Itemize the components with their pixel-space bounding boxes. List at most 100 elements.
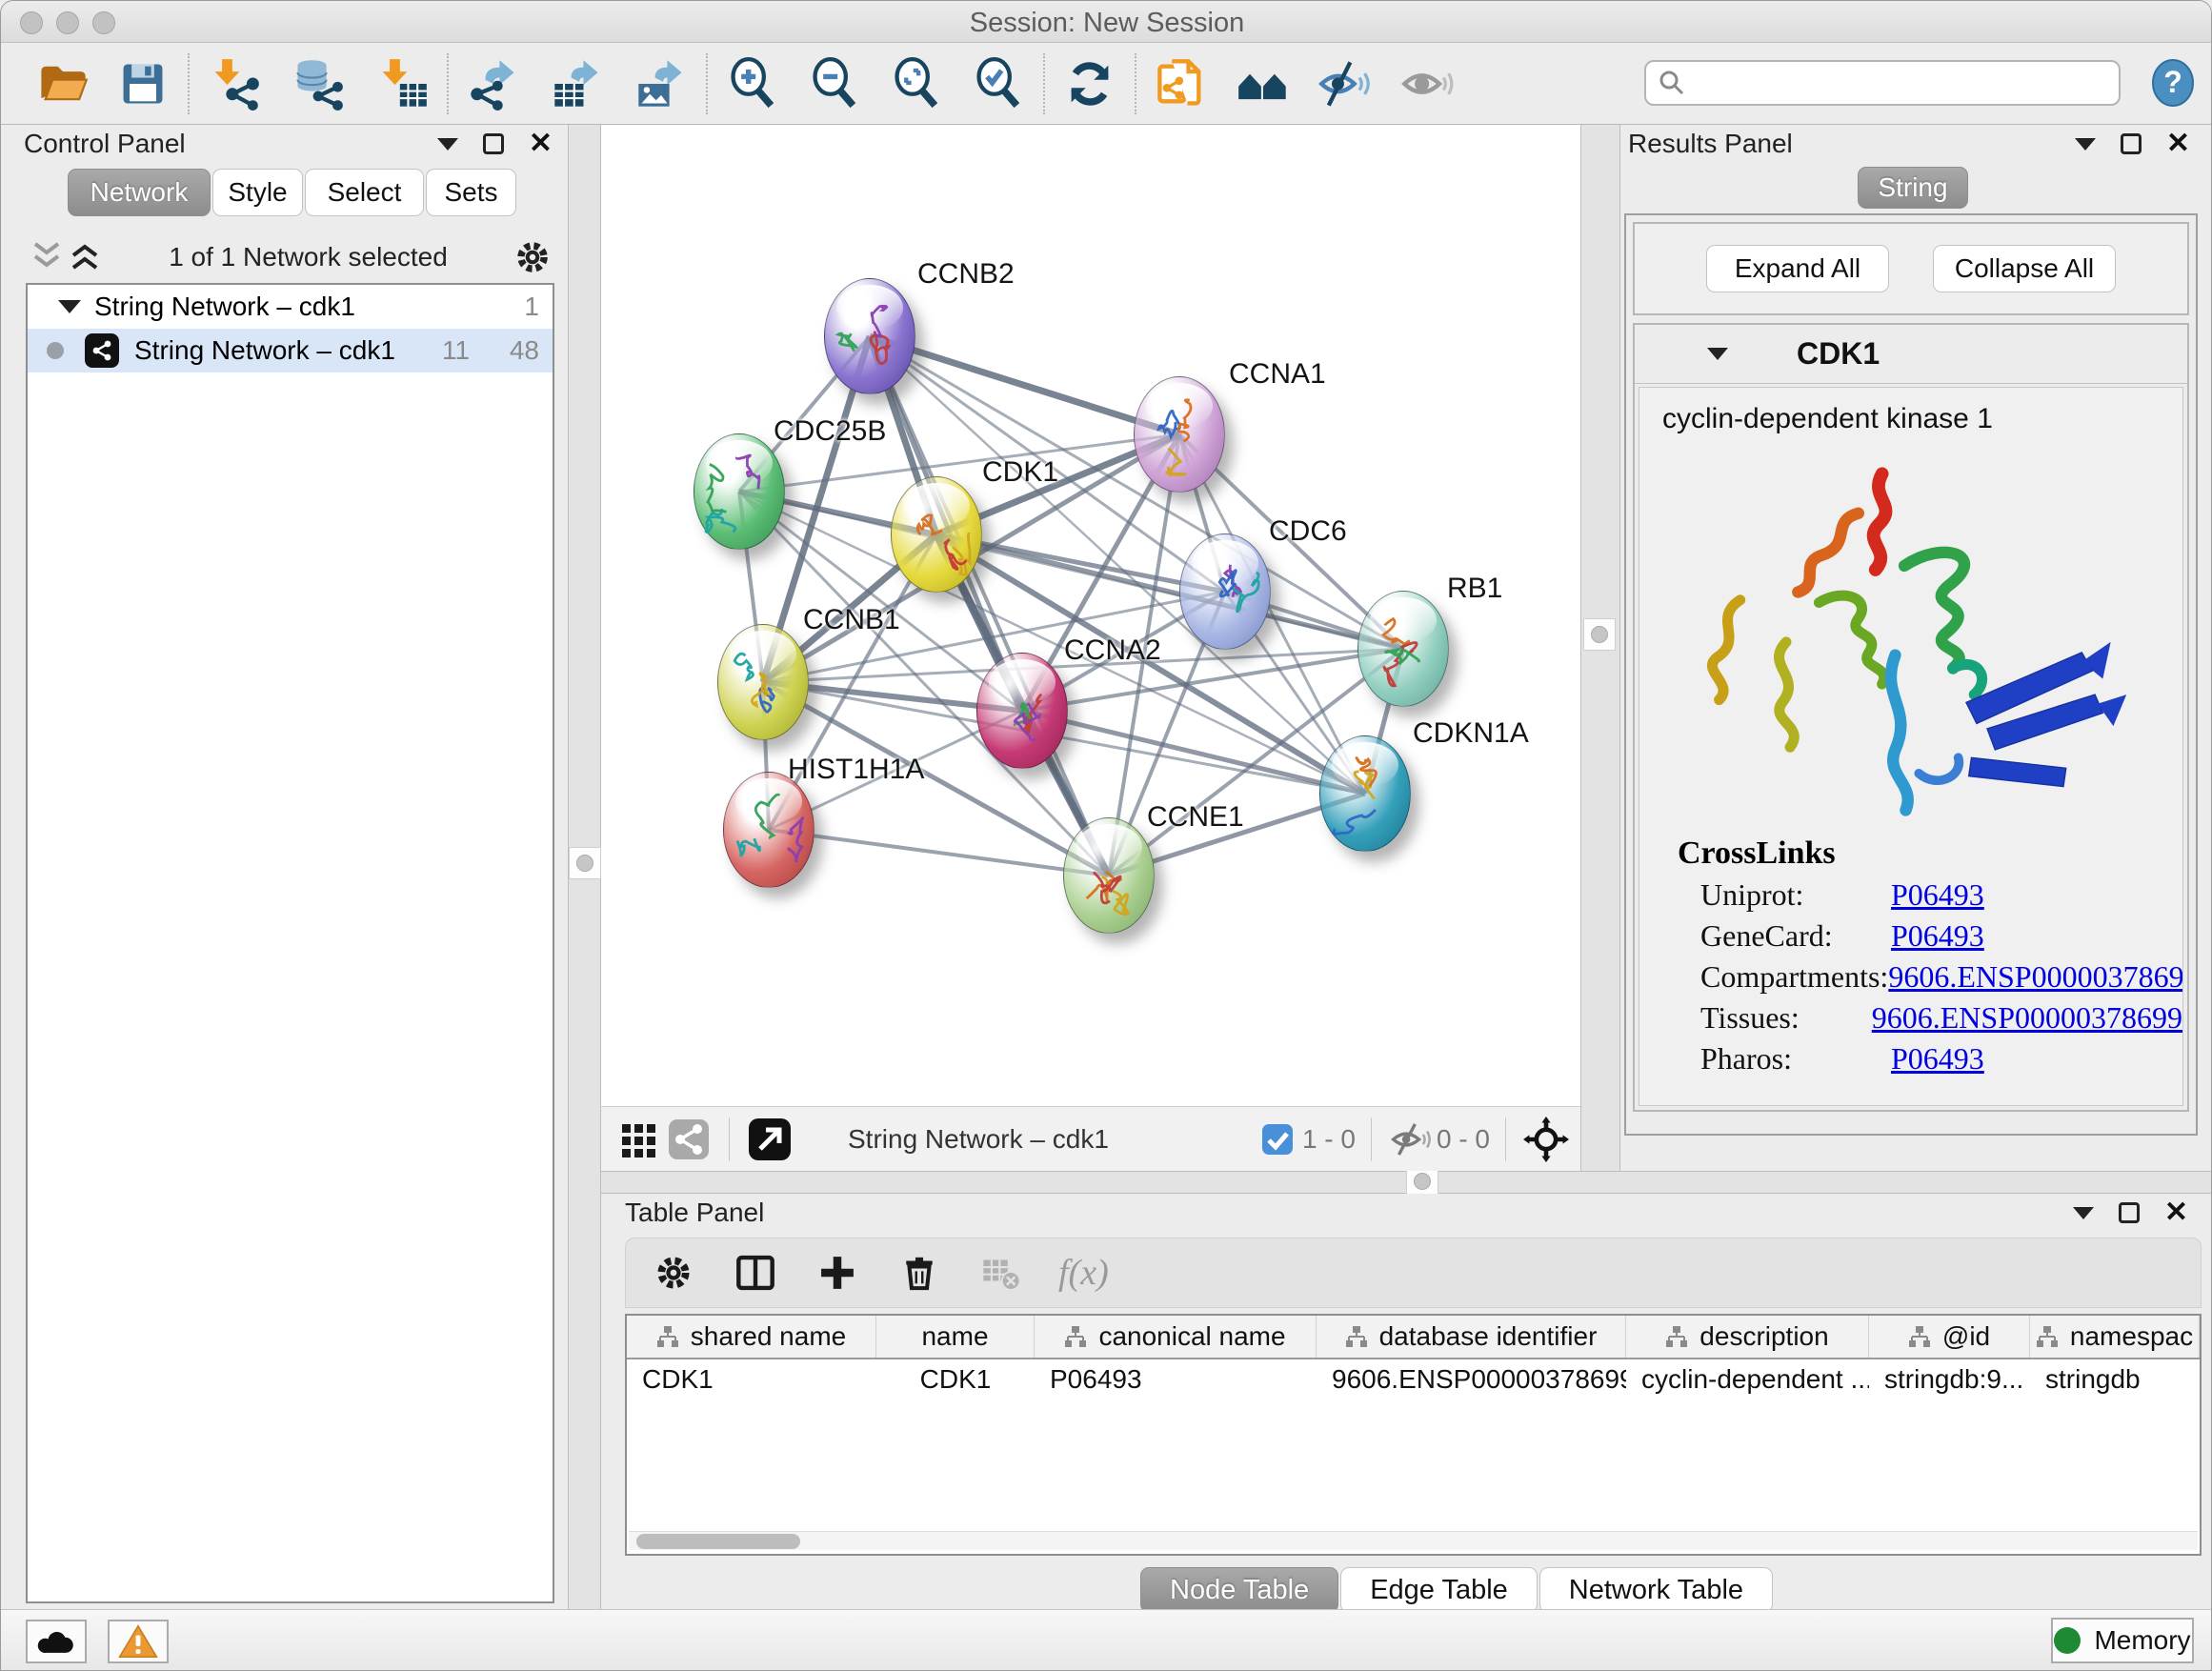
birdseye-crosshair-icon[interactable]: [1521, 1115, 1571, 1164]
help-button[interactable]: ?: [2148, 58, 2198, 108]
panel-close-icon[interactable]: ✕: [529, 133, 553, 154]
tree-expander-icon[interactable]: [58, 300, 81, 313]
add-column-button[interactable]: [813, 1248, 862, 1298]
network-share-icon[interactable]: [664, 1115, 714, 1164]
tab-string[interactable]: String: [1858, 167, 1968, 209]
column-header-canonical-name[interactable]: canonical name: [1035, 1316, 1317, 1358]
expand-all-chevron-icon[interactable]: [66, 241, 104, 273]
network-node-ccnb2[interactable]: [824, 278, 915, 394]
network-node-cdk1[interactable]: [891, 476, 982, 593]
table-cell[interactable]: 9606.ENSP00000378699: [1317, 1364, 1626, 1395]
delete-table-button[interactable]: [976, 1248, 1026, 1298]
selected-checkbox-icon[interactable]: [1253, 1115, 1302, 1164]
export-table-button[interactable]: [550, 56, 605, 111]
table-cell[interactable]: stringdb: [2030, 1364, 2200, 1395]
right-splitter[interactable]: [1580, 125, 1620, 1171]
panel-close-icon[interactable]: ✕: [2166, 133, 2190, 154]
delete-column-button[interactable]: [895, 1248, 944, 1298]
network-node-ccna2[interactable]: [976, 653, 1068, 769]
network-node-hist1h1a[interactable]: [723, 772, 814, 888]
import-table-button[interactable]: [374, 56, 430, 111]
gear-icon[interactable]: [513, 237, 553, 277]
cdk1-header[interactable]: CDK1: [1635, 325, 2187, 384]
splitter-grip[interactable]: [1583, 618, 1616, 651]
panel-float-icon[interactable]: [2119, 1202, 2140, 1223]
network-node-rb1[interactable]: [1357, 591, 1449, 707]
table-cell[interactable]: CDK1: [876, 1364, 1035, 1395]
network-node-ccne1[interactable]: [1063, 817, 1155, 934]
network-canvas[interactable]: CCNB2CCNA1CDC25BCDK1CDC6RB1CCNB1CCNA2CDK…: [601, 125, 1580, 1106]
collapse-all-button[interactable]: Collapse All: [1933, 245, 2116, 292]
left-splitter[interactable]: [568, 125, 601, 1609]
hidden-eye-slash-icon[interactable]: [1387, 1115, 1437, 1164]
warning-status-button[interactable]: [108, 1620, 169, 1663]
column-header-database-identifier[interactable]: database identifier: [1317, 1316, 1626, 1358]
zoom-out-button[interactable]: [807, 56, 862, 111]
grid-view-icon[interactable]: [614, 1115, 664, 1164]
open-session-button[interactable]: [35, 56, 90, 111]
houses-button[interactable]: [1236, 56, 1291, 111]
tab-network-table[interactable]: Network Table: [1539, 1567, 1773, 1613]
crosslink-link[interactable]: P06493: [1891, 918, 1984, 954]
column-header--id[interactable]: @id: [1869, 1316, 2030, 1358]
memory-button[interactable]: Memory: [2051, 1618, 2194, 1663]
network-row[interactable]: String Network – cdk1 11 48: [28, 329, 553, 372]
export-network-button[interactable]: [466, 56, 521, 111]
panel-close-icon[interactable]: ✕: [2164, 1202, 2188, 1223]
section-expander-icon[interactable]: [1707, 348, 1728, 360]
network-node-ccnb1[interactable]: [717, 624, 809, 740]
tab-node-table[interactable]: Node Table: [1140, 1567, 1338, 1613]
export-image-button[interactable]: [633, 56, 689, 111]
column-header-namespac[interactable]: namespac: [2030, 1316, 2200, 1358]
open-external-icon[interactable]: [745, 1115, 794, 1164]
show-hidden-button[interactable]: [1399, 56, 1455, 111]
select-columns-button[interactable]: [731, 1248, 780, 1298]
splitter-grip[interactable]: [569, 847, 601, 879]
import-network-file-button[interactable]: [207, 56, 262, 111]
expand-all-button[interactable]: Expand All: [1706, 245, 1889, 292]
table-cell[interactable]: CDK1: [627, 1364, 876, 1395]
panel-float-icon[interactable]: [2121, 133, 2142, 154]
table-settings-button[interactable]: [649, 1248, 698, 1298]
cloud-status-button[interactable]: [26, 1620, 87, 1663]
tab-edge-table[interactable]: Edge Table: [1340, 1567, 1538, 1613]
crosslink-link[interactable]: P06493: [1891, 1041, 1984, 1077]
tab-sets[interactable]: Sets: [426, 169, 516, 216]
panel-menu-icon[interactable]: [437, 138, 458, 151]
tab-style[interactable]: Style: [212, 169, 303, 216]
panel-float-icon[interactable]: [483, 133, 504, 154]
column-header-name[interactable]: name: [876, 1316, 1035, 1358]
function-builder-button[interactable]: f(x): [1058, 1252, 1109, 1294]
import-network-database-button[interactable]: [291, 56, 346, 111]
save-session-button[interactable]: [115, 56, 171, 111]
tab-select[interactable]: Select: [305, 169, 424, 216]
hide-selected-button[interactable]: [1317, 56, 1373, 111]
table-cell[interactable]: cyclin-dependent ...: [1626, 1364, 1869, 1395]
clone-network-button[interactable]: [1154, 56, 1209, 111]
column-header-shared-name[interactable]: shared name: [627, 1316, 876, 1358]
table-cell[interactable]: P06493: [1035, 1364, 1317, 1395]
column-header-description[interactable]: description: [1626, 1316, 1869, 1358]
crosslink-link[interactable]: P06493: [1891, 877, 1984, 913]
network-node-cdc6[interactable]: [1179, 534, 1271, 650]
collapse-all-chevron-icon[interactable]: [28, 241, 66, 273]
network-node-cdkn1a[interactable]: [1319, 735, 1411, 852]
zoom-fit-button[interactable]: [889, 56, 944, 111]
zoom-in-button[interactable]: [725, 56, 780, 111]
panel-menu-icon[interactable]: [2075, 138, 2096, 151]
bottom-splitter[interactable]: [601, 1171, 2212, 1194]
table-cell[interactable]: stringdb:9...: [1869, 1364, 2030, 1395]
network-node-cdc25b[interactable]: [694, 433, 785, 550]
panel-menu-icon[interactable]: [2073, 1207, 2094, 1219]
tab-network[interactable]: Network: [68, 169, 211, 216]
network-node-ccna1[interactable]: [1134, 376, 1225, 493]
network-collection-row[interactable]: String Network – cdk1 1: [28, 285, 553, 329]
search-input[interactable]: [1696, 69, 2107, 98]
zoom-selected-button[interactable]: [971, 56, 1026, 111]
crosslink-link[interactable]: 9606.ENSP00000378699: [1872, 1000, 2182, 1036]
horizontal-scrollbar[interactable]: [629, 1531, 2198, 1550]
scrollbar-thumb[interactable]: [636, 1534, 800, 1549]
refresh-view-button[interactable]: [1062, 56, 1117, 111]
crosslink-link[interactable]: 9606.ENSP00000378699: [1888, 959, 2183, 995]
table-row[interactable]: CDK1CDK1P064939606.ENSP00000378699cyclin…: [627, 1359, 2200, 1399]
